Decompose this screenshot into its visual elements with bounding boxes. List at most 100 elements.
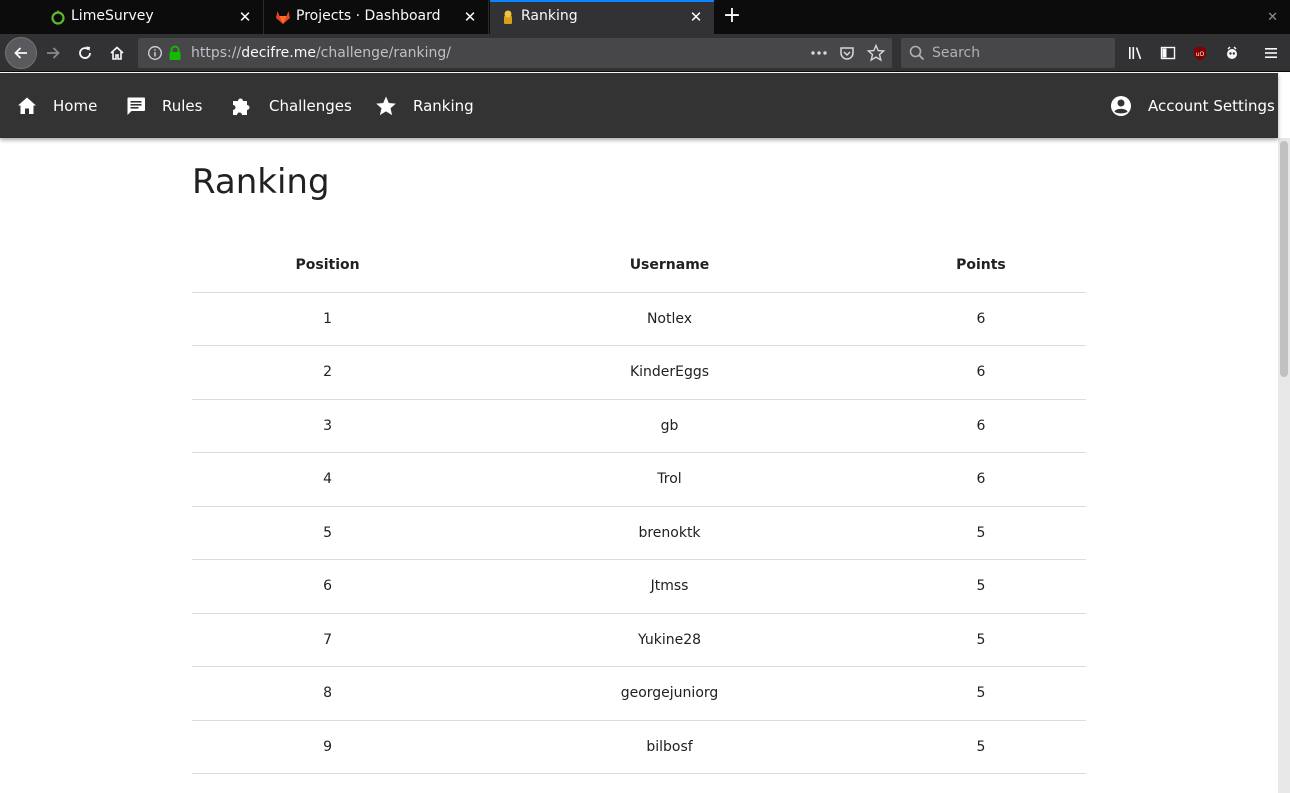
search-input[interactable] — [932, 43, 1102, 63]
cell-points: 6 — [875, 345, 1086, 400]
library-button[interactable] — [1121, 38, 1151, 68]
table-row: 3 gb 6 — [192, 399, 1086, 453]
ublock-button[interactable]: uO — [1185, 38, 1215, 68]
ublock-icon: uO — [1194, 46, 1206, 61]
menu-button[interactable] — [1256, 38, 1286, 68]
reload-button[interactable] — [70, 38, 100, 68]
nav-challenges[interactable]: Challenges — [231, 73, 352, 138]
url-bar[interactable]: https://decifre.me/challenge/ranking/ — [138, 38, 892, 68]
more-actions-icon[interactable] — [810, 45, 828, 61]
table-row: 7 Yukine28 5 — [192, 613, 1086, 667]
pocket-icon[interactable] — [839, 45, 855, 61]
nav-ranking[interactable]: Ranking — [375, 73, 474, 138]
cell-position: 1 — [192, 292, 464, 346]
cell-points: 5 — [875, 559, 1086, 614]
cell-position: 5 — [192, 506, 464, 560]
lock-icon[interactable] — [168, 45, 182, 61]
table-header-row: Position Username Points — [192, 238, 1086, 293]
cell-points: 6 — [875, 399, 1086, 453]
search-icon — [909, 45, 925, 61]
gitlab-favicon-icon — [276, 11, 290, 24]
column-header-points: Points — [875, 238, 1086, 293]
bookmark-star-icon[interactable] — [867, 44, 885, 62]
star-icon — [376, 96, 396, 115]
cell-username: KinderEggs — [463, 345, 876, 400]
scrollbar-thumb[interactable] — [1280, 141, 1288, 377]
cell-points: 6 — [875, 292, 1086, 346]
cell-points: 5 — [875, 720, 1086, 774]
home-outline-icon — [110, 46, 124, 60]
url-text: https://decifre.me/challenge/ranking/ — [191, 45, 451, 61]
table-row: 5 brenoktk 5 — [192, 506, 1086, 560]
ranking-table: Position Username Points 1 Notlex 6 2 Ki… — [192, 238, 1086, 774]
info-icon[interactable] — [147, 45, 163, 61]
tab-gitlab[interactable]: Projects · Dashboard · Gi ✕ — [265, 0, 489, 34]
account-circle-icon — [1111, 95, 1131, 116]
cell-username: gb — [463, 399, 876, 453]
reload-icon — [79, 46, 91, 59]
window-close-icon[interactable]: ✕ — [1267, 10, 1278, 25]
hamburger-menu-icon — [1265, 48, 1277, 58]
extension-button[interactable] — [1217, 38, 1247, 68]
browser-toolbar: https://decifre.me/challenge/ranking/ Se… — [0, 34, 1290, 72]
cell-position: 8 — [192, 666, 464, 721]
site-navbar: Home Rules Challenges Ranking Account Se… — [0, 73, 1278, 138]
tab-ranking[interactable]: Ranking ✕ — [490, 0, 714, 34]
cell-username: Jtmss — [463, 559, 876, 614]
sidebar-button[interactable] — [1153, 38, 1183, 68]
ranking-favicon-icon — [504, 10, 512, 24]
svg-text:uO: uO — [1196, 51, 1205, 58]
cell-points: 5 — [875, 613, 1086, 667]
limesurvey-favicon-icon — [51, 10, 65, 25]
library-icon — [1129, 47, 1142, 60]
table-row: 4 Trol 6 — [192, 452, 1086, 507]
nav-rules[interactable]: Rules — [126, 73, 202, 138]
cell-position: 4 — [192, 452, 464, 507]
close-tab-icon[interactable]: ✕ — [237, 9, 253, 25]
tab-title: Projects · Dashboard · Gi — [296, 8, 446, 24]
column-header-position: Position — [192, 238, 464, 293]
extension-icon — [1227, 46, 1237, 59]
cell-position: 3 — [192, 399, 464, 453]
cell-points: 5 — [875, 666, 1086, 721]
home-button[interactable] — [102, 38, 132, 68]
cell-position: 9 — [192, 720, 464, 774]
close-tab-icon[interactable]: ✕ — [462, 9, 478, 25]
home-icon — [18, 97, 36, 114]
cell-points: 6 — [875, 452, 1086, 507]
nav-rules-label: Rules — [162, 96, 203, 115]
cell-username: Yukine28 — [463, 613, 876, 667]
arrow-left-icon — [14, 47, 27, 59]
forward-button[interactable] — [38, 38, 68, 68]
browser-tab-strip: LimeSurvey ✕ Projects · Dashboard · Gi ✕… — [0, 0, 1290, 34]
nav-account-settings[interactable]: Account Settings — [1110, 73, 1275, 138]
table-row: 1 Notlex 6 — [192, 292, 1086, 346]
table-row: 2 KinderEggs 6 — [192, 345, 1086, 400]
sidebar-icon — [1160, 46, 1176, 60]
table-row: 9 bilbosf 5 — [192, 720, 1086, 774]
arrow-right-icon — [47, 47, 60, 59]
tab-title: LimeSurvey — [71, 8, 154, 24]
page-title: Ranking — [192, 162, 330, 202]
tab-title: Ranking — [521, 8, 578, 24]
back-button[interactable] — [5, 37, 37, 69]
nav-account-settings-label: Account Settings — [1148, 96, 1275, 115]
nav-ranking-label: Ranking — [413, 96, 474, 115]
cell-username: Trol — [463, 452, 876, 507]
cell-position: 7 — [192, 613, 464, 667]
new-tab-button[interactable]: + — [720, 5, 744, 29]
close-tab-icon[interactable]: ✕ — [688, 9, 704, 25]
tab-limesurvey[interactable]: LimeSurvey ✕ — [40, 0, 264, 34]
url-domain: decifre.me — [241, 45, 316, 61]
cell-username: Notlex — [463, 292, 876, 346]
nav-home-label: Home — [53, 96, 98, 115]
cell-points: 5 — [875, 506, 1086, 560]
cell-position: 2 — [192, 345, 464, 400]
cell-username: georgejuniorg — [463, 666, 876, 721]
page-content: Ranking Position Username Points 1 Notle… — [0, 138, 1278, 793]
search-bar[interactable] — [901, 38, 1115, 68]
table-row: 8 georgejuniorg 5 — [192, 666, 1086, 721]
nav-home[interactable]: Home — [17, 73, 97, 138]
page-scrollbar[interactable] — [1278, 138, 1290, 793]
column-header-username: Username — [463, 238, 876, 293]
